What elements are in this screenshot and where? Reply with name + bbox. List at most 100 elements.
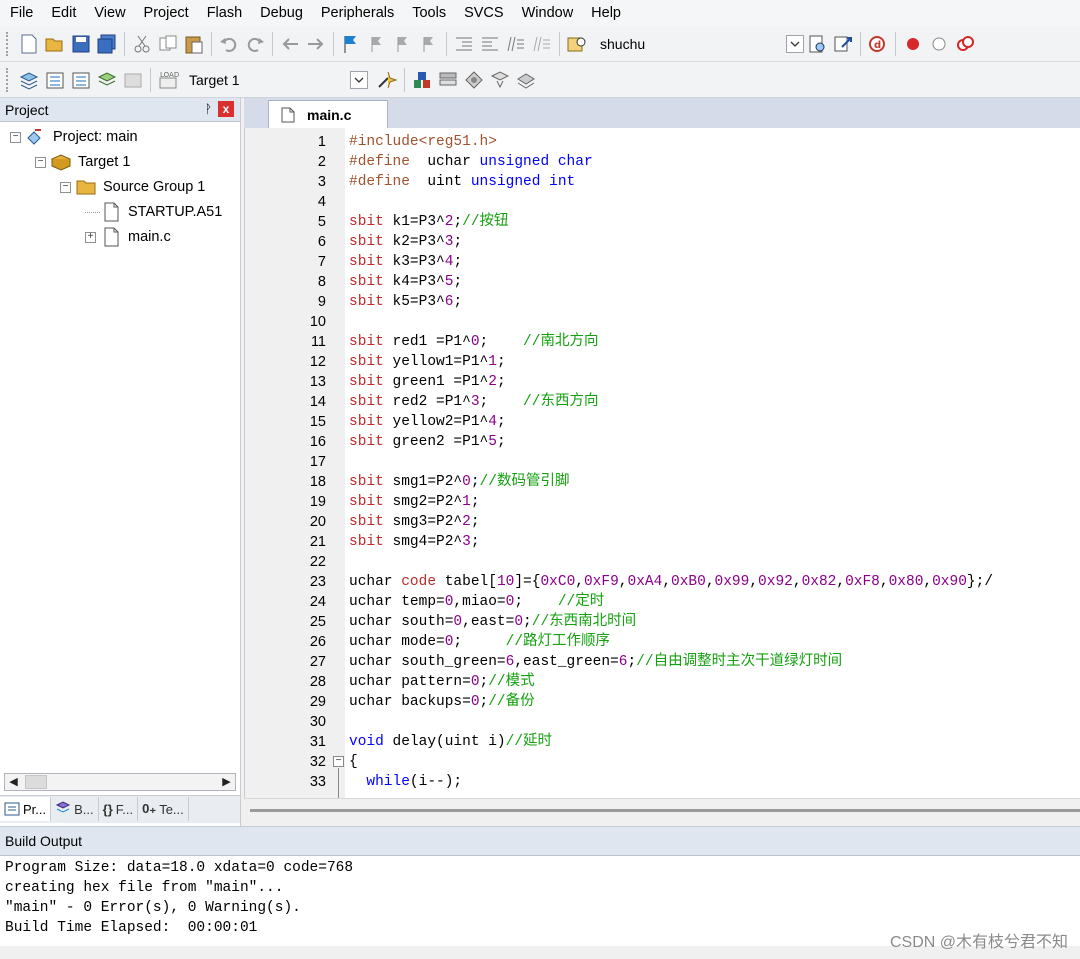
menu-window[interactable]: Window bbox=[513, 0, 583, 26]
find-icon[interactable] bbox=[804, 31, 830, 57]
panel-tab-books[interactable]: B... bbox=[51, 797, 99, 821]
code-line[interactable]: sbit yellow2=P1^4; bbox=[349, 412, 506, 432]
code-line[interactable]: sbit smg2=P2^1; bbox=[349, 492, 480, 512]
nav-back-icon[interactable] bbox=[277, 31, 303, 57]
menu-view[interactable]: View bbox=[85, 0, 134, 26]
translate-icon[interactable] bbox=[16, 67, 42, 93]
target-combo-value[interactable]: Target 1 bbox=[189, 72, 240, 88]
find-combo[interactable]: shuchu bbox=[594, 32, 804, 56]
code-line[interactable]: sbit k2=P3^3; bbox=[349, 232, 462, 252]
bookmark-next-icon[interactable] bbox=[390, 31, 416, 57]
code-line[interactable]: sbit smg4=P2^3; bbox=[349, 532, 480, 552]
close-icon[interactable]: x bbox=[218, 101, 234, 117]
code-line[interactable]: void delay(uint i)//延时 bbox=[349, 732, 552, 752]
bookmark-icon[interactable] bbox=[338, 31, 364, 57]
expand-icon[interactable]: + bbox=[85, 231, 96, 243]
select-packs-icon[interactable] bbox=[461, 67, 487, 93]
code-line[interactable]: uchar code tabel[10]={0xC0,0xF9,0xA4,0xB… bbox=[349, 572, 993, 592]
editor-tab-main-c[interactable]: main.c bbox=[268, 100, 388, 128]
panel-tab-label[interactable]: F... bbox=[116, 802, 133, 817]
unindent-icon[interactable] bbox=[477, 31, 503, 57]
pack-installer-icon[interactable] bbox=[487, 67, 513, 93]
toolbar-grip[interactable] bbox=[6, 67, 10, 92]
cut-icon[interactable] bbox=[129, 31, 155, 57]
code-line[interactable]: sbit smg1=P2^0;//数码管引脚 bbox=[349, 472, 569, 492]
scroll-right-icon[interactable]: ▶ bbox=[218, 774, 235, 790]
tree-node-main-c[interactable]: + main.c bbox=[85, 226, 171, 248]
code-line[interactable]: { bbox=[349, 752, 358, 772]
bookmark-prev-icon[interactable] bbox=[364, 31, 390, 57]
code-line[interactable]: sbit k5=P3^6; bbox=[349, 292, 462, 312]
code-line[interactable]: uchar temp=0,miao=0; //定时 bbox=[349, 592, 604, 612]
toolbar-grip[interactable] bbox=[6, 31, 10, 56]
menu-debug[interactable]: Debug bbox=[251, 0, 312, 26]
scroll-thumb[interactable] bbox=[25, 775, 47, 789]
code-line[interactable]: uchar pattern=0;//模式 bbox=[349, 672, 535, 692]
chevron-down-icon[interactable] bbox=[786, 34, 804, 53]
panel-tab-functions[interactable]: {} F... bbox=[99, 797, 139, 821]
tree-node-source-group-1[interactable]: − Source Group 1 bbox=[60, 176, 205, 198]
menu-tools[interactable]: Tools bbox=[403, 0, 455, 26]
panel-tab-label[interactable]: Pr... bbox=[23, 802, 46, 817]
chevron-down-icon[interactable] bbox=[350, 70, 368, 89]
uncomment-icon[interactable] bbox=[529, 31, 555, 57]
menu-flash[interactable]: Flash bbox=[198, 0, 251, 26]
save-all-icon[interactable] bbox=[94, 31, 120, 57]
code-line[interactable]: sbit green2 =P1^5; bbox=[349, 432, 506, 452]
comment-icon[interactable] bbox=[503, 31, 529, 57]
code-line[interactable]: sbit k1=P3^2;//按钮 bbox=[349, 212, 509, 232]
find-in-files-icon[interactable] bbox=[564, 31, 590, 57]
project-horizontal-scrollbar[interactable]: ◀ ▶ bbox=[4, 773, 236, 791]
panel-tab-label[interactable]: B... bbox=[74, 802, 94, 817]
collapse-icon[interactable]: − bbox=[10, 131, 21, 143]
code-line[interactable]: sbit red2 =P1^3; //东西方向 bbox=[349, 392, 598, 412]
indent-icon[interactable] bbox=[451, 31, 477, 57]
code-line[interactable]: sbit yellow1=P1^1; bbox=[349, 352, 506, 372]
code-line[interactable]: sbit k3=P3^4; bbox=[349, 252, 462, 272]
disable-breakpoint-icon[interactable] bbox=[926, 31, 952, 57]
open-folder-icon[interactable] bbox=[42, 31, 68, 57]
code-editor[interactable]: 1 2 3 4 5 6 7 8 9 10 11 12 13 14 15 16 17 18 19 20 21 22 23 24 2… bbox=[244, 128, 1080, 798]
code-line[interactable]: #include<reg51.h> bbox=[349, 132, 497, 152]
copy-icon[interactable] bbox=[155, 31, 181, 57]
batch-build-icon[interactable] bbox=[94, 67, 120, 93]
scroll-thumb[interactable] bbox=[250, 809, 1080, 812]
scroll-left-icon[interactable]: ◀ bbox=[5, 774, 22, 790]
file-extensions-icon[interactable] bbox=[409, 67, 435, 93]
editor-tab-label[interactable]: main.c bbox=[307, 107, 351, 123]
menu-peripherals[interactable]: Peripherals bbox=[312, 0, 403, 26]
new-file-icon[interactable] bbox=[16, 31, 42, 57]
kill-breakpoints-icon[interactable] bbox=[952, 31, 978, 57]
code-line[interactable]: uchar south_green=6,east_green=6;//自由调整时… bbox=[349, 652, 842, 672]
editor-horizontal-scrollbar[interactable] bbox=[244, 798, 1080, 824]
code-line[interactable]: uchar backups=0;//备份 bbox=[349, 692, 535, 712]
code-line[interactable]: uchar south=0,east=0;//东西南北时间 bbox=[349, 612, 636, 632]
pin-icon[interactable]: ᚹ bbox=[205, 102, 212, 116]
code-line[interactable]: sbit green1 =P1^2; bbox=[349, 372, 506, 392]
code-line[interactable]: #define uint unsigned int bbox=[349, 172, 575, 192]
rebuild-icon[interactable] bbox=[68, 67, 94, 93]
panel-tab-templates[interactable]: 0₊ Te... bbox=[138, 797, 189, 821]
target-options-icon[interactable] bbox=[374, 67, 400, 93]
code-line[interactable]: while(i--); bbox=[349, 772, 462, 792]
menu-edit[interactable]: Edit bbox=[42, 0, 85, 26]
incremental-find-icon[interactable] bbox=[830, 31, 856, 57]
menu-project[interactable]: Project bbox=[135, 0, 198, 26]
panel-tab-project[interactable]: Pr... bbox=[0, 797, 52, 821]
fold-toggle-icon[interactable]: − bbox=[333, 756, 344, 767]
undo-icon[interactable] bbox=[216, 31, 242, 57]
code-line[interactable]: sbit smg3=P2^2; bbox=[349, 512, 480, 532]
menu-help[interactable]: Help bbox=[582, 0, 630, 26]
target-combo[interactable]: Target 1 bbox=[183, 68, 368, 92]
tree-node-target-1[interactable]: − Target 1 bbox=[35, 151, 130, 173]
run-time-environment-icon[interactable] bbox=[513, 67, 539, 93]
breakpoint-icon[interactable] bbox=[900, 31, 926, 57]
debug-session-icon[interactable]: d bbox=[865, 31, 891, 57]
bookmark-clear-icon[interactable] bbox=[416, 31, 442, 57]
paste-icon[interactable] bbox=[181, 31, 207, 57]
code-line[interactable]: sbit k4=P3^5; bbox=[349, 272, 462, 292]
collapse-icon[interactable]: − bbox=[60, 181, 71, 193]
code-line[interactable]: #define uchar unsigned char bbox=[349, 152, 593, 172]
find-combo-value[interactable]: shuchu bbox=[600, 36, 645, 52]
menu-svcs[interactable]: SVCS bbox=[455, 0, 513, 26]
